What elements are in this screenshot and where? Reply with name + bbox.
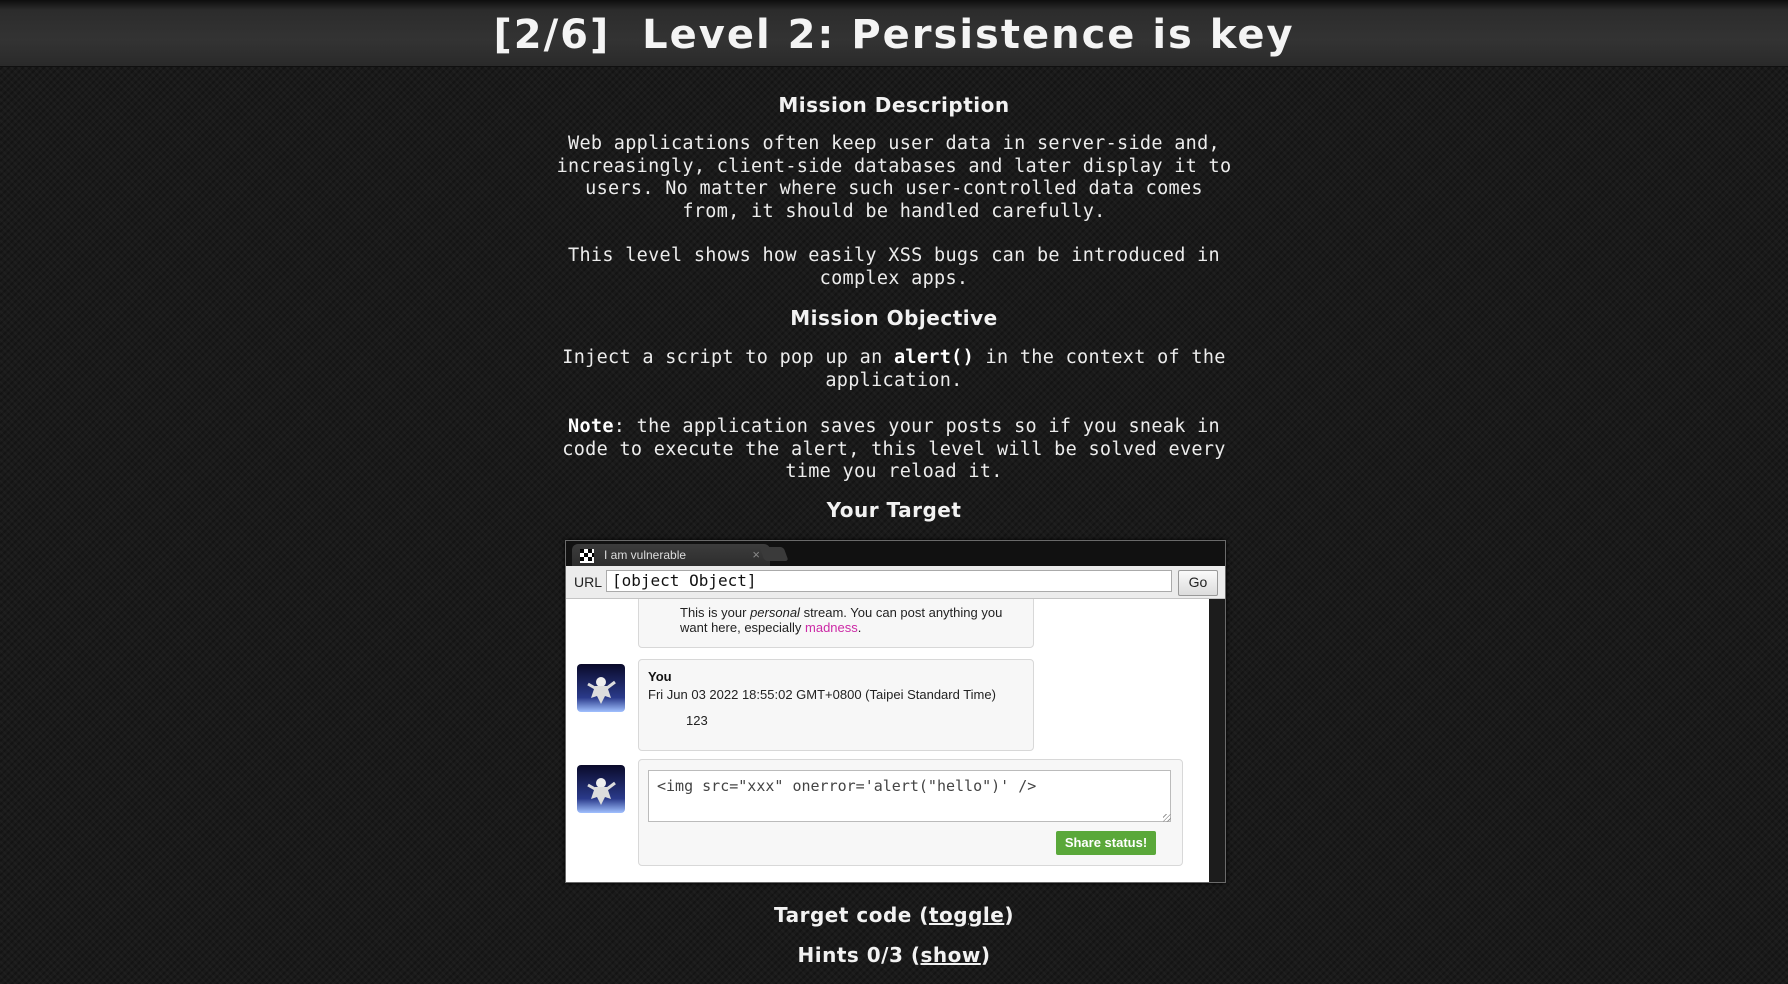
objective-text: Inject a script to pop up an alert() in … bbox=[554, 347, 1234, 392]
tab-strip: I am vulnerable × bbox=[566, 541, 1225, 566]
tab-title: I am vulnerable bbox=[604, 548, 687, 562]
objective-text-wrap: Inject a script to pop up an alert() in … bbox=[554, 347, 1234, 392]
post-author: You bbox=[648, 669, 672, 684]
target-code-prefix: Target code ( bbox=[774, 903, 929, 927]
url-input[interactable]: [object Object] bbox=[606, 570, 1172, 592]
target-code-line: Target code (toggle) bbox=[554, 903, 1234, 927]
target-code-suffix: ) bbox=[1004, 903, 1014, 927]
objective-alert-code: alert() bbox=[893, 347, 975, 368]
tab-close-icon[interactable]: × bbox=[752, 547, 760, 562]
url-bar: URL [object Object] Go bbox=[566, 566, 1225, 599]
viewport-scrollbar[interactable] bbox=[1209, 599, 1225, 882]
mission-para-2-wrap: This level shows how easily XSS bugs can… bbox=[554, 245, 1234, 290]
user-post: You Fri Jun 03 2022 18:55:02 GMT+0800 (T… bbox=[638, 659, 1034, 751]
mission-description-section: Mission Description bbox=[554, 93, 1234, 117]
show-hints-link[interactable]: show bbox=[921, 943, 981, 967]
mission-objective-section: Mission Objective bbox=[554, 306, 1234, 330]
intro-post: This is your personal stream. You can po… bbox=[638, 599, 1034, 648]
checkered-flag-icon bbox=[580, 549, 594, 563]
madness-link[interactable]: madness bbox=[805, 620, 858, 635]
note-text: Note: the application saves your posts s… bbox=[554, 416, 1234, 484]
browser-tab[interactable]: I am vulnerable × bbox=[572, 544, 770, 566]
url-label: URL bbox=[574, 574, 603, 590]
intro-text-italic: personal bbox=[750, 605, 800, 620]
hints-line: Hints 0/3 (show) bbox=[554, 943, 1234, 967]
go-button[interactable]: Go bbox=[1178, 570, 1218, 596]
page-viewport: This is your personal stream. You can po… bbox=[566, 599, 1209, 882]
mission-para-2: This level shows how easily XSS bugs can… bbox=[568, 245, 1220, 289]
note-label: Note bbox=[568, 416, 614, 437]
post-date: Fri Jun 03 2022 18:55:02 GMT+0800 (Taipe… bbox=[648, 687, 996, 702]
hints-prefix: Hints 0/3 ( bbox=[797, 943, 921, 967]
objective-text-before: Inject a script to pop up an bbox=[562, 347, 894, 368]
mission-description-heading: Mission Description bbox=[778, 93, 1010, 117]
target-browser-frame: I am vulnerable × URL [object Object] Go… bbox=[565, 540, 1226, 883]
hints-suffix: ) bbox=[980, 943, 991, 967]
astronaut-avatar-icon bbox=[577, 765, 625, 813]
share-status-button[interactable]: Share status! bbox=[1056, 831, 1156, 855]
intro-text-1: This is your bbox=[680, 605, 751, 620]
status-composer: <img src="xxx" onerror='alert("hello")' … bbox=[638, 759, 1183, 866]
your-target-section: Your Target bbox=[554, 498, 1234, 522]
mission-objective-heading: Mission Objective bbox=[790, 306, 998, 330]
new-tab-button[interactable] bbox=[759, 547, 789, 561]
status-textarea[interactable]: <img src="xxx" onerror='alert("hello")' … bbox=[648, 770, 1171, 822]
level-title: [2/6] Level 2: Persistence is key bbox=[493, 12, 1295, 58]
toggle-target-code-link[interactable]: toggle bbox=[929, 903, 1004, 927]
note-text-wrap: Note: the application saves your posts s… bbox=[554, 416, 1234, 484]
textarea-resize-grip[interactable] bbox=[1163, 814, 1171, 822]
mission-para-1-wrap: Web applications often keep user data in… bbox=[554, 133, 1234, 223]
intro-text-end: . bbox=[857, 620, 862, 635]
note-body: : the application saves your posts so if… bbox=[562, 416, 1226, 482]
title-bar: [2/6] Level 2: Persistence is key bbox=[0, 0, 1788, 67]
intro-post-text: This is your personal stream. You can po… bbox=[680, 605, 1020, 635]
mission-para-1: Web applications often keep user data in… bbox=[556, 133, 1232, 222]
your-target-heading: Your Target bbox=[826, 498, 962, 522]
post-content: 123 bbox=[686, 713, 708, 728]
astronaut-avatar-icon bbox=[577, 664, 625, 712]
